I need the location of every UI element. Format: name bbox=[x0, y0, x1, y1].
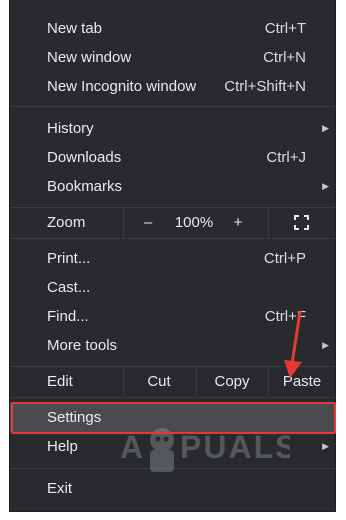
cut-button[interactable]: Cut bbox=[124, 367, 194, 396]
copy-button[interactable]: Copy bbox=[197, 367, 267, 396]
fullscreen-icon[interactable] bbox=[294, 215, 309, 230]
menu-item-label: New window bbox=[47, 49, 132, 66]
zoom-divider bbox=[268, 208, 269, 238]
submenu-arrow-icon: ▶ bbox=[322, 181, 329, 191]
chrome-main-menu: New tab Ctrl+T New window Ctrl+N New Inc… bbox=[10, 0, 336, 511]
menu-item-label: New Incognito window bbox=[47, 78, 197, 95]
menu-item-downloads[interactable]: Downloads Ctrl+J bbox=[10, 143, 335, 172]
zoom-label: Zoom bbox=[47, 214, 86, 231]
red-arrow-annotation bbox=[284, 310, 302, 378]
menu-item-print[interactable]: Print... Ctrl+P bbox=[10, 244, 335, 273]
menu-item-shortcut: Ctrl+Shift+N bbox=[224, 78, 306, 95]
menu-item-bookmarks[interactable]: Bookmarks ▶ bbox=[10, 172, 335, 201]
edit-label: Edit bbox=[47, 373, 73, 390]
menu-item-label: Exit bbox=[47, 480, 73, 497]
svg-text:PUALS: PUALS bbox=[180, 429, 290, 465]
menu-item-label: New tab bbox=[47, 20, 103, 37]
menu-separator bbox=[10, 397, 335, 398]
svg-text:A: A bbox=[120, 429, 145, 465]
menu-item-new-incognito-window[interactable]: New Incognito window Ctrl+Shift+N bbox=[10, 72, 335, 101]
menu-item-history[interactable]: History ▶ bbox=[10, 114, 335, 143]
menu-item-label: Find... bbox=[47, 308, 89, 325]
menu-item-shortcut: Ctrl+P bbox=[263, 250, 306, 267]
menu-item-label: More tools bbox=[47, 337, 118, 354]
menu-item-shortcut: Ctrl+N bbox=[263, 49, 306, 66]
menu-item-shortcut: Ctrl+J bbox=[266, 149, 306, 166]
zoom-level: 100% bbox=[174, 214, 214, 231]
menu-item-new-window[interactable]: New window Ctrl+N bbox=[10, 43, 335, 72]
menu-item-label: Print... bbox=[47, 250, 91, 267]
zoom-divider bbox=[123, 208, 124, 238]
menu-item-label: Downloads bbox=[47, 149, 122, 166]
menu-row-zoom: Zoom – 100% + bbox=[10, 208, 335, 238]
menu-item-label: Bookmarks bbox=[47, 178, 123, 195]
settings-highlight-annotation bbox=[11, 402, 336, 434]
menu-item-exit[interactable]: Exit bbox=[10, 474, 335, 503]
menu-item-cast[interactable]: Cast... bbox=[10, 273, 335, 302]
menu-item-label: History bbox=[47, 120, 94, 137]
menu-separator bbox=[10, 238, 335, 239]
submenu-arrow-icon: ▶ bbox=[322, 123, 329, 133]
menu-item-label: Help bbox=[47, 438, 78, 455]
zoom-out-button[interactable]: – bbox=[136, 208, 160, 237]
menu-item-shortcut: Ctrl+T bbox=[264, 20, 306, 37]
menu-item-label: Cast... bbox=[47, 279, 91, 296]
submenu-arrow-icon: ▶ bbox=[322, 340, 329, 350]
zoom-in-button[interactable]: + bbox=[226, 208, 250, 237]
menu-item-new-tab[interactable]: New tab Ctrl+T bbox=[10, 14, 335, 43]
menu-separator bbox=[10, 106, 335, 107]
submenu-arrow-icon: ▶ bbox=[322, 441, 329, 451]
